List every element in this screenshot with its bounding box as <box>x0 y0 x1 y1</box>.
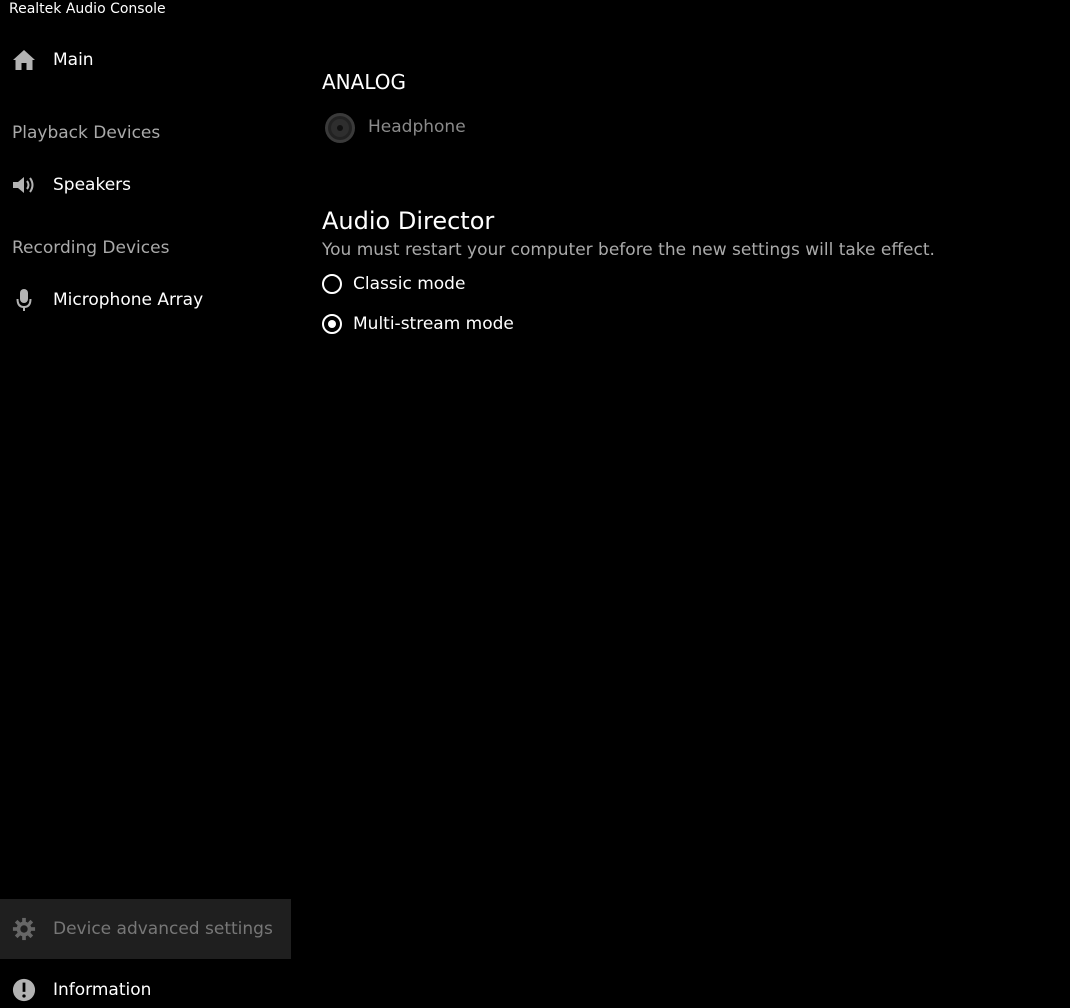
restart-notice: You must restart your computer before th… <box>322 240 935 260</box>
sidebar-item-label: Device advanced settings <box>53 919 273 939</box>
classic-mode-label: Classic mode <box>353 274 466 294</box>
sidebar-item-label: Main <box>53 50 94 70</box>
audio-director-heading: Audio Director <box>322 207 495 235</box>
classic-mode-radio[interactable] <box>322 274 342 294</box>
sidebar-item-label: Microphone Array <box>53 290 204 310</box>
sidebar-item-label: Speakers <box>53 175 132 195</box>
recording-devices-header: Recording Devices <box>12 238 170 258</box>
sidebar-item-microphone-array[interactable]: Microphone Array <box>0 276 291 324</box>
analog-heading: ANALOG <box>322 70 406 94</box>
classic-mode-option[interactable]: Classic mode <box>322 270 465 298</box>
multi-stream-mode-radio[interactable] <box>322 314 342 334</box>
gear-icon <box>12 917 36 941</box>
sidebar-item-device-advanced-settings[interactable]: Device advanced settings <box>0 899 291 959</box>
playback-devices-header: Playback Devices <box>12 123 161 143</box>
sidebar-item-main[interactable]: Main <box>0 36 291 84</box>
sidebar-item-label: Information <box>53 980 152 1000</box>
headphone-jack-icon <box>324 112 356 148</box>
multi-stream-mode-label: Multi-stream mode <box>353 314 514 334</box>
home-icon <box>12 48 36 72</box>
headphone-label: Headphone <box>368 117 466 137</box>
microphone-icon <box>12 288 36 312</box>
multi-stream-mode-option[interactable]: Multi-stream mode <box>322 310 514 338</box>
sidebar-item-information[interactable]: Information <box>0 966 291 1008</box>
speaker-icon <box>12 173 36 197</box>
analog-device-headphone[interactable]: Headphone <box>322 110 622 146</box>
sidebar-item-speakers[interactable]: Speakers <box>0 161 291 209</box>
info-icon <box>12 978 36 1002</box>
sidebar: Main Playback Devices Speakers Recording… <box>0 0 291 1008</box>
